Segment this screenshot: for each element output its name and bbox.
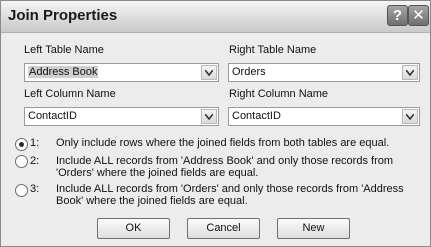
left-column-value: ContactID	[28, 110, 77, 122]
left-table-select[interactable]: Address Book	[24, 63, 219, 82]
join-option-3-number: 3:	[30, 183, 40, 195]
join-option-1-radio[interactable]	[15, 138, 28, 151]
join-option-3-line1: Include ALL records from 'Orders' and on…	[56, 183, 404, 195]
join-option-3-line2: Book' where the joined fields are equal.	[56, 195, 248, 207]
right-column-value: ContactID	[232, 110, 281, 122]
join-option-2-line2: 'Orders' where the joined fields are equ…	[56, 167, 259, 179]
join-option-3-radio[interactable]	[15, 184, 28, 197]
left-column-select[interactable]: ContactID	[24, 107, 219, 126]
title-bar[interactable]: Join Properties ? ✕	[1, 1, 430, 33]
left-table-label: Left Table Name	[24, 44, 104, 56]
join-option-2-line1: Include ALL records from 'Address Book' …	[56, 155, 394, 167]
right-column-label: Right Column Name	[229, 88, 329, 100]
new-button[interactable]: New	[277, 218, 350, 239]
right-column-select[interactable]: ContactID	[228, 107, 420, 126]
chevron-down-icon[interactable]	[201, 65, 217, 80]
chevron-down-icon[interactable]	[201, 109, 217, 124]
radio-selected-dot	[19, 142, 24, 147]
window-title: Join Properties	[8, 7, 118, 24]
join-properties-dialog: Join Properties ? ✕ Left Table Name Addr…	[0, 0, 431, 247]
new-button-label: New	[302, 222, 325, 234]
chevron-down-icon[interactable]	[402, 109, 418, 124]
left-column-label: Left Column Name	[24, 88, 116, 100]
help-button[interactable]: ?	[387, 5, 408, 26]
ok-button[interactable]: OK	[97, 218, 170, 239]
close-button[interactable]: ✕	[408, 5, 429, 26]
left-table-value: Address Book	[28, 66, 99, 78]
join-option-2-radio[interactable]	[15, 155, 28, 168]
join-option-1-number: 1:	[30, 137, 40, 149]
ok-button-label: OK	[125, 222, 142, 234]
right-table-label: Right Table Name	[229, 44, 317, 56]
join-option-1-text: Only include rows where the joined field…	[56, 137, 390, 149]
right-table-select[interactable]: Orders	[228, 63, 420, 82]
chevron-down-icon[interactable]	[402, 65, 418, 80]
join-option-2-number: 2:	[30, 155, 40, 167]
cancel-button[interactable]: Cancel	[187, 218, 260, 239]
cancel-button-label: Cancel	[206, 222, 241, 234]
right-table-value: Orders	[232, 66, 266, 78]
